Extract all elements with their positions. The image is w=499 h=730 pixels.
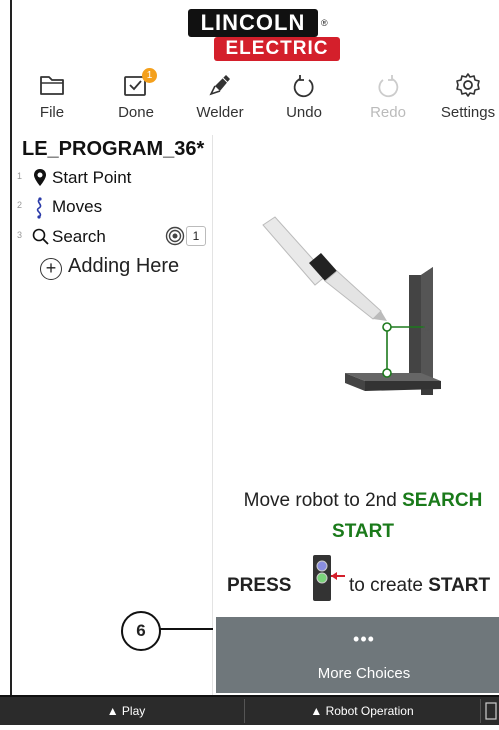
- done-button[interactable]: 1 Done: [96, 68, 176, 132]
- undo-label: Undo: [286, 104, 322, 121]
- main-panel: Move robot to 2nd SEARCH START PRESS to …: [213, 135, 499, 695]
- done-badge: 1: [142, 68, 157, 83]
- logo-line-2: ELECTRIC: [214, 37, 340, 61]
- step-search[interactable]: 3 Search 1: [12, 225, 212, 249]
- done-label: Done: [118, 104, 154, 121]
- step-label: Search: [52, 227, 106, 246]
- create-bold: START: [428, 575, 491, 596]
- press-instruction: PRESS to create START: [227, 555, 499, 607]
- create-start-text: to create START: [349, 575, 490, 597]
- toolbar: File 1 Done Welder Undo Redo Settings: [12, 68, 499, 132]
- target-icon: [165, 226, 185, 251]
- undo-button[interactable]: Undo: [264, 68, 344, 132]
- gear-icon: [456, 73, 480, 97]
- add-circle-icon: +: [40, 258, 62, 280]
- program-sidebar: LE_PROGRAM_36* 1 Start Point 2 Moves 3 S…: [12, 135, 213, 695]
- step-label: Start Point: [52, 168, 132, 187]
- press-label: PRESS: [227, 575, 292, 596]
- step-start-point[interactable]: 1 Start Point: [12, 166, 212, 190]
- step-number: 2: [17, 200, 23, 210]
- location-pin-icon: [32, 168, 48, 193]
- callout-number: 6: [121, 611, 161, 651]
- instruction-pre: Move robot to 2nd: [243, 490, 403, 511]
- welder-label: Welder: [196, 104, 244, 121]
- bottom-divider: [480, 699, 481, 723]
- lincoln-electric-logo: LINCOLN ® ELECTRIC: [188, 9, 340, 61]
- folder-icon: [40, 76, 64, 95]
- robot-operation-button[interactable]: ▲ Robot Operation: [246, 697, 478, 725]
- adding-here-label: Adding Here: [68, 255, 180, 277]
- settings-button[interactable]: Settings: [428, 68, 499, 132]
- bottom-divider: [244, 699, 245, 723]
- more-dots-icon: •••: [353, 629, 375, 649]
- step-label: Moves: [52, 197, 103, 216]
- pendant-icon[interactable]: [484, 697, 498, 725]
- create-pre: to create: [349, 575, 429, 596]
- redo-button[interactable]: Redo: [348, 68, 428, 132]
- welder-torch-icon: [209, 75, 230, 96]
- file-label: File: [39, 104, 65, 121]
- callout-leader-line: [159, 628, 213, 630]
- settings-label: Settings: [440, 104, 496, 121]
- more-choices-button[interactable]: ••• More Choices: [216, 617, 499, 693]
- moves-icon: [32, 197, 48, 224]
- logo-registered-mark: ®: [321, 18, 328, 28]
- more-choices-label: More Choices: [317, 665, 411, 682]
- instruction-text: Move robot to 2nd SEARCH START: [213, 485, 499, 547]
- step-number: 3: [17, 230, 23, 240]
- undo-icon: [293, 75, 314, 98]
- search-icon: [32, 227, 50, 252]
- teach-button-icon: [307, 555, 347, 607]
- file-button[interactable]: File: [12, 68, 92, 132]
- bottom-bar: ▲ Play ▲ Robot Operation: [0, 695, 499, 725]
- program-title: LE_PROGRAM_36*: [22, 138, 205, 160]
- redo-icon: [378, 75, 399, 98]
- weld-joint-illustration: [262, 216, 441, 395]
- step-number: 1: [17, 171, 23, 181]
- adding-here-item[interactable]: + Adding Here: [40, 255, 179, 280]
- logo-line-1: LINCOLN: [188, 9, 318, 37]
- step-moves[interactable]: 2 Moves: [12, 195, 212, 219]
- welder-button[interactable]: Welder: [180, 68, 260, 132]
- play-button[interactable]: ▲ Play: [10, 697, 242, 725]
- redo-label: Redo: [370, 104, 406, 121]
- search-count: 1: [186, 226, 206, 246]
